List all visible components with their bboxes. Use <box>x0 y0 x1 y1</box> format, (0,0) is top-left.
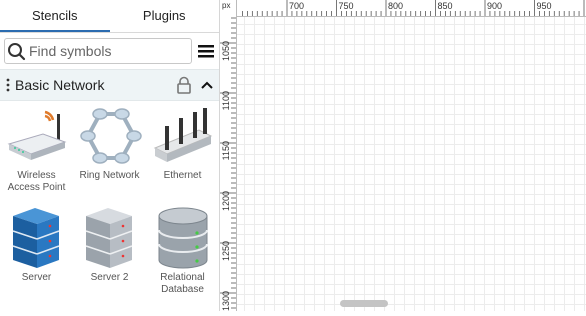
search-input[interactable] <box>27 42 191 60</box>
ruler-label: 1150 <box>221 141 231 160</box>
chevron-up-icon[interactable] <box>199 77 215 93</box>
panel-tabs: Stencils Plugins <box>0 0 219 33</box>
shape-ring-network[interactable]: Ring Network <box>73 101 146 203</box>
shape-server-2[interactable]: Server 2 <box>73 203 146 305</box>
ruler-unit: px <box>220 0 236 16</box>
ruler-label: 1250 <box>221 241 231 261</box>
shape-ethernet[interactable]: Ethernet <box>146 101 219 203</box>
server-icon <box>12 208 59 268</box>
ruler-label: 1200 <box>221 191 231 211</box>
horizontal-scrollbar[interactable] <box>340 300 388 307</box>
drawing-canvas[interactable]: px 7007508008509009501000 10501100115012… <box>220 0 586 311</box>
lock-icon[interactable] <box>175 76 193 94</box>
ruler-label: 1050 <box>221 41 231 61</box>
shape-label: Relational Database <box>160 272 205 295</box>
shape-relational-database[interactable]: Relational Database <box>146 203 219 305</box>
ruler-label: 900 <box>487 1 502 11</box>
shape-grid: Wireless Access Point Ring Network Ether… <box>0 101 219 305</box>
vertical-ruler: 1050 1100 1150 1200 1250 1300 <box>220 0 237 311</box>
wireless-access-point-icon <box>7 110 66 160</box>
group-header-basic-network[interactable]: Basic Network <box>0 69 219 101</box>
hamburger-icon <box>197 45 214 58</box>
shape-server[interactable]: Server <box>0 203 73 305</box>
ruler-label: 950 <box>537 1 552 11</box>
search-icon <box>8 43 26 61</box>
shape-label: Ring Network <box>79 170 140 181</box>
ruler-label: 800 <box>388 1 403 11</box>
shape-label: Server <box>21 272 52 283</box>
database-icon <box>157 207 208 269</box>
drag-handle-icon[interactable] <box>3 75 13 95</box>
ruler-label: 850 <box>438 1 453 11</box>
ruler-label: 1100 <box>221 91 231 110</box>
shape-label: Server 2 <box>90 272 129 283</box>
ruler-label: 1300 <box>221 291 231 311</box>
search-row <box>0 33 219 69</box>
horizontal-ruler: 7007508008509009501000 <box>220 0 586 17</box>
shape-wireless-access-point[interactable]: Wireless Access Point <box>0 101 73 203</box>
search-box[interactable] <box>4 38 192 64</box>
server-2-icon <box>85 208 132 268</box>
group-title: Basic Network <box>15 77 105 93</box>
ruler-label: 750 <box>339 1 354 11</box>
ethernet-icon <box>153 108 212 162</box>
tab-plugins[interactable]: Plugins <box>110 0 220 32</box>
ring-network-icon <box>79 108 142 164</box>
tab-stencils[interactable]: Stencils <box>0 0 110 32</box>
ruler-label: 700 <box>289 1 304 11</box>
stencils-panel: Stencils Plugins Basic Network <box>0 0 220 311</box>
shape-label: Ethernet <box>163 170 202 181</box>
menu-button[interactable] <box>196 40 215 62</box>
shape-label: Wireless Access Point <box>7 170 66 193</box>
